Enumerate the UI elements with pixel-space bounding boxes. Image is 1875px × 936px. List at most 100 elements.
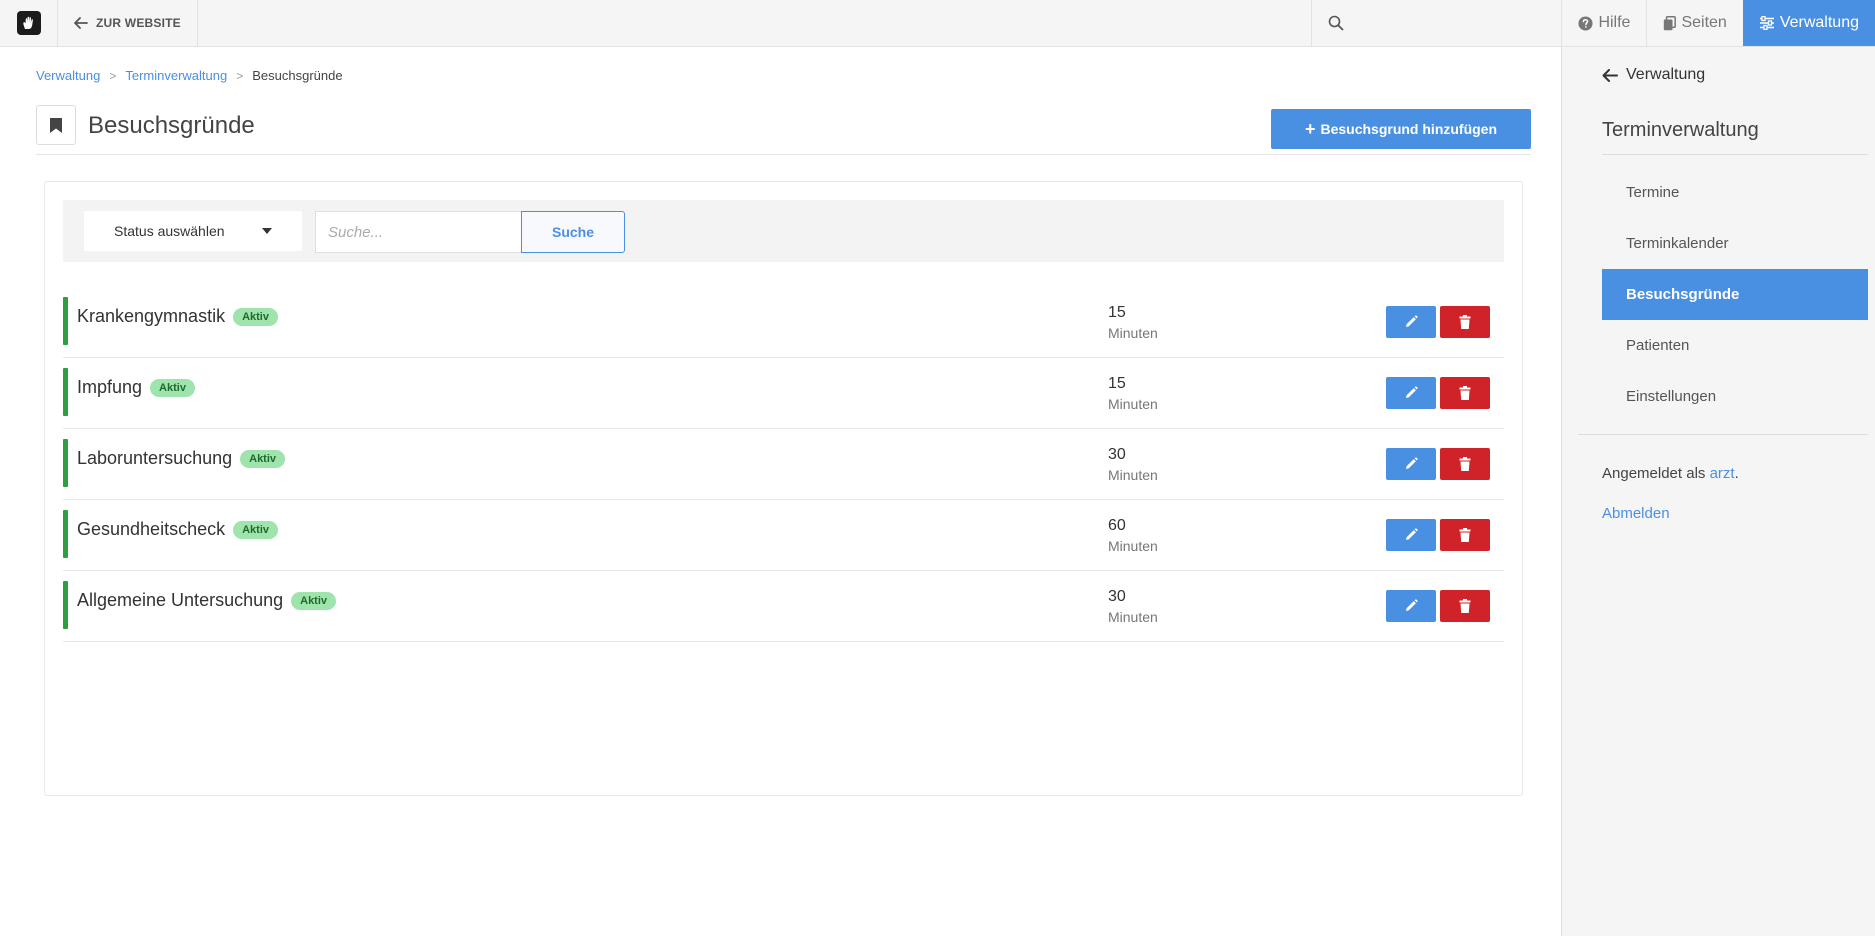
admin-button[interactable]: Verwaltung xyxy=(1742,0,1875,46)
add-visit-reason-label: Besuchsgrund hinzufügen xyxy=(1320,121,1498,137)
duration-value: 15 xyxy=(1108,304,1126,321)
reasons-list: Krankengymnastik Aktiv 15 Minuten Impfun… xyxy=(63,287,1504,642)
reason-name: Impfung Aktiv xyxy=(77,377,195,398)
pencil-icon xyxy=(1406,386,1418,398)
reason-duration: 15 Minuten xyxy=(1108,375,1158,412)
delete-button[interactable] xyxy=(1440,306,1490,338)
top-bar: ZUR WEBSITE Hilfe Seiten Verwaltung xyxy=(0,0,1875,47)
logged-in-prefix: Angemeldet als xyxy=(1602,465,1710,482)
edit-button[interactable] xyxy=(1386,519,1436,551)
breadcrumb-link-verwaltung[interactable]: Verwaltung xyxy=(36,68,100,83)
duration-value: 15 xyxy=(1108,375,1126,392)
list-item: Allgemeine Untersuchung Aktiv 30 Minuten xyxy=(63,571,1504,642)
list-item: Gesundheitscheck Aktiv 60 Minuten xyxy=(63,500,1504,571)
status-indicator xyxy=(63,297,68,345)
delete-button[interactable] xyxy=(1440,448,1490,480)
duration-value: 30 xyxy=(1108,588,1126,605)
edit-button[interactable] xyxy=(1386,306,1436,338)
status-badge: Aktiv xyxy=(240,449,286,468)
status-badge: Aktiv xyxy=(150,378,195,397)
hand-logo-icon xyxy=(16,11,41,35)
pencil-icon xyxy=(1406,599,1418,611)
add-visit-reason-button[interactable]: + Besuchsgrund hinzufügen xyxy=(1271,109,1531,149)
reason-name: Allgemeine Untersuchung Aktiv xyxy=(77,590,337,611)
reason-name: Krankengymnastik Aktiv xyxy=(77,306,278,327)
plus-icon: + xyxy=(1304,119,1316,139)
sidebar-item-termine[interactable]: Termine xyxy=(1602,167,1868,218)
caret-down-icon xyxy=(262,228,272,234)
right-sidebar: Verwaltung Terminverwaltung Termine Term… xyxy=(1561,47,1875,936)
main-content: Verwaltung > Terminverwaltung > Besuchsg… xyxy=(0,47,1561,936)
search-input[interactable] xyxy=(315,211,521,253)
reason-name-text: Gesundheitscheck xyxy=(77,519,226,539)
search-icon xyxy=(1329,15,1344,31)
top-search[interactable] xyxy=(1311,0,1562,46)
breadcrumb-current: Besuchsgründe xyxy=(252,68,343,83)
question-circle-icon xyxy=(1578,15,1593,31)
back-to-website-link[interactable]: ZUR WEBSITE xyxy=(58,0,198,46)
sidebar-item-besuchsgruende[interactable]: Besuchsgründe xyxy=(1602,269,1868,320)
trash-icon xyxy=(1459,386,1471,400)
status-indicator xyxy=(63,439,68,487)
duration-unit: Minuten xyxy=(1108,396,1158,412)
delete-button[interactable] xyxy=(1440,377,1490,409)
reason-duration: 15 Minuten xyxy=(1108,304,1158,341)
trash-icon xyxy=(1459,315,1471,329)
sidebar-divider xyxy=(1578,434,1868,435)
sidebar-item-einstellungen[interactable]: Einstellungen xyxy=(1602,371,1868,422)
edit-button[interactable] xyxy=(1386,590,1436,622)
trash-icon xyxy=(1459,528,1471,542)
sidebar-back-label: Verwaltung xyxy=(1626,66,1706,83)
copy-icon xyxy=(1664,15,1677,30)
duration-unit: Minuten xyxy=(1108,609,1158,625)
logo[interactable] xyxy=(0,0,58,46)
logged-in-suffix: . xyxy=(1734,465,1739,482)
edit-button[interactable] xyxy=(1386,448,1436,480)
help-label: Hilfe xyxy=(1598,14,1631,31)
duration-value: 60 xyxy=(1108,517,1126,534)
trash-icon xyxy=(1459,457,1471,471)
back-to-website-label: ZUR WEBSITE xyxy=(96,16,181,30)
logged-in-info: Angemeldet als arzt. xyxy=(1602,465,1739,482)
breadcrumb-separator: > xyxy=(236,68,244,83)
delete-button[interactable] xyxy=(1440,519,1490,551)
edit-button[interactable] xyxy=(1386,377,1436,409)
duration-unit: Minuten xyxy=(1108,538,1158,554)
search-button[interactable]: Suche xyxy=(521,211,625,253)
top-search-input[interactable] xyxy=(1352,15,1562,31)
duration-unit: Minuten xyxy=(1108,467,1158,483)
username-link[interactable]: arzt xyxy=(1710,465,1735,482)
sidebar-item-patienten[interactable]: Patienten xyxy=(1602,320,1868,371)
status-indicator xyxy=(63,581,68,629)
status-select-label: Status auswählen xyxy=(114,223,225,239)
page-header: Besuchsgründe + Besuchsgrund hinzufügen xyxy=(36,105,1531,155)
reason-name-text: Allgemeine Untersuchung xyxy=(77,590,284,610)
reasons-panel: Status auswählen Suche Krankengymnastik … xyxy=(44,181,1523,796)
delete-button[interactable] xyxy=(1440,590,1490,622)
status-indicator xyxy=(63,510,68,558)
trash-icon xyxy=(1459,599,1471,613)
help-button[interactable]: Hilfe xyxy=(1561,0,1646,46)
page-title: Besuchsgründe xyxy=(88,112,255,139)
top-bar-spacer xyxy=(198,0,1312,46)
admin-label: Verwaltung xyxy=(1779,14,1859,31)
reason-name-text: Laboruntersuchung xyxy=(77,448,233,468)
logout-link[interactable]: Abmelden xyxy=(1602,505,1670,522)
arrow-left-icon xyxy=(74,17,88,29)
arrow-left-icon xyxy=(1602,68,1618,82)
breadcrumb-separator: > xyxy=(109,68,117,83)
pencil-icon xyxy=(1406,457,1418,469)
sidebar-back-link[interactable]: Verwaltung xyxy=(1602,66,1705,84)
status-select[interactable]: Status auswählen xyxy=(84,211,302,251)
bookmark-icon xyxy=(36,105,76,145)
sidebar-item-terminkalender[interactable]: Terminkalender xyxy=(1602,218,1868,269)
breadcrumb: Verwaltung > Terminverwaltung > Besuchsg… xyxy=(36,68,343,83)
breadcrumb-link-terminverwaltung[interactable]: Terminverwaltung xyxy=(125,68,227,83)
pencil-icon xyxy=(1406,315,1418,327)
status-badge: Aktiv xyxy=(233,520,278,539)
pages-button[interactable]: Seiten xyxy=(1646,0,1742,46)
sidebar-section-title: Terminverwaltung xyxy=(1602,119,1868,155)
list-item: Krankengymnastik Aktiv 15 Minuten xyxy=(63,287,1504,358)
list-item: Laboruntersuchung Aktiv 30 Minuten xyxy=(63,429,1504,500)
list-item: Impfung Aktiv 15 Minuten xyxy=(63,358,1504,429)
